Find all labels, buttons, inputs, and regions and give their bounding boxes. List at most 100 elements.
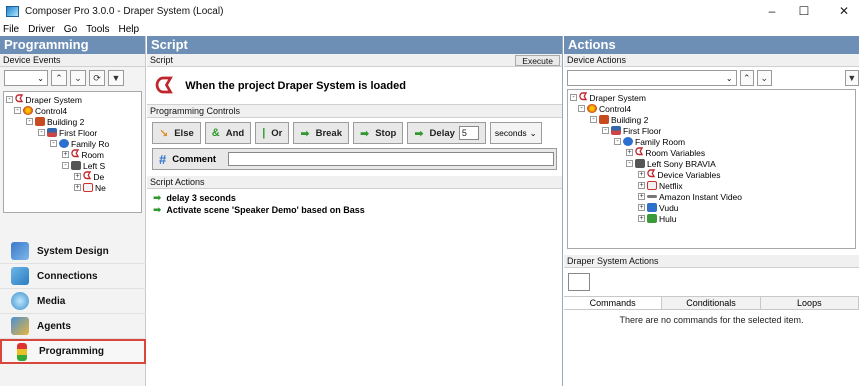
nav-system-design[interactable]: System Design — [0, 239, 146, 264]
script-header: Script — [147, 36, 562, 54]
tree-item[interactable]: - Control4 — [578, 103, 631, 114]
collapse-icon[interactable]: - — [6, 96, 13, 103]
and-button[interactable]: & And — [204, 122, 252, 144]
device-actions-tree[interactable]: - ᗧ Draper System - Control4 - Building 2 -F… — [567, 89, 856, 249]
menu-help[interactable]: Help — [119, 24, 140, 35]
tree-item[interactable]: - Family Ro — [50, 138, 109, 149]
delay-label: Delay — [429, 127, 455, 139]
break-button[interactable]: ➡ Break — [293, 122, 349, 144]
delay-value-input[interactable]: 5 — [458, 126, 479, 140]
tab-conditionals[interactable]: Conditionals — [662, 297, 761, 309]
tree-item[interactable]: + ᗧ Room — [62, 149, 104, 160]
tree-item[interactable]: - First Floor — [602, 125, 661, 136]
tree-item[interactable]: - Building 2 — [26, 116, 84, 127]
maximize-button[interactable]: ☐ — [789, 0, 819, 22]
comment-label: Comment — [172, 153, 217, 165]
or-button[interactable]: | Or — [255, 122, 290, 144]
device-actions-filter-combo[interactable]: ⌄ — [567, 70, 737, 86]
expand-down-button[interactable]: ⌄ — [70, 70, 86, 86]
else-button[interactable]: ↘ Else — [152, 122, 201, 144]
expand-icon[interactable]: + — [638, 171, 645, 178]
close-button[interactable]: ✕ — [829, 0, 859, 22]
collapse-icon[interactable]: - — [50, 140, 57, 147]
green-arrow-icon: ➡ — [153, 204, 162, 216]
script-action-item[interactable]: ➡ delay 3 seconds — [147, 192, 562, 204]
tree-item-label: Building 2 — [611, 114, 649, 125]
collapse-icon[interactable]: - — [570, 94, 577, 101]
nav-connections[interactable]: Connections — [0, 264, 146, 289]
refresh-button[interactable]: ⟳ — [89, 70, 105, 86]
collapse-icon[interactable]: - — [578, 105, 585, 112]
expand-icon[interactable]: + — [638, 204, 645, 211]
expand-up-button[interactable]: ⌃ — [51, 70, 67, 86]
expand-icon[interactable]: + — [74, 173, 81, 180]
collapse-icon[interactable]: - — [590, 116, 597, 123]
expand-icon[interactable]: + — [638, 182, 645, 189]
tree-item[interactable]: - Building 2 — [590, 114, 648, 125]
collapse-icon[interactable]: - — [14, 107, 21, 114]
expand-down-button[interactable]: ⌄ — [757, 70, 772, 86]
minimize-button[interactable]: – — [757, 0, 787, 22]
comment-input[interactable] — [228, 152, 554, 166]
room-icon — [59, 139, 69, 148]
delay-button[interactable]: ➡ Delay 5 — [407, 122, 486, 144]
tree-item[interactable]: + Netflix — [638, 180, 683, 191]
tree-item[interactable]: + Ne — [74, 182, 106, 193]
tree-item[interactable]: - Left Sony BRAVIA — [626, 158, 716, 169]
expand-icon[interactable]: + — [626, 149, 633, 156]
comment-button[interactable]: # Comment — [152, 148, 557, 170]
tree-item-label: Room Variables — [645, 147, 706, 158]
tree-item[interactable]: + Amazon Instant Video — [638, 191, 742, 202]
filter-button[interactable]: ▼ — [844, 70, 859, 86]
delay-unit-select[interactable]: seconds ⌄ — [489, 122, 542, 144]
collapse-icon[interactable]: - — [62, 162, 69, 169]
collapse-icon[interactable]: - — [26, 118, 33, 125]
tree-item[interactable]: - ᗧ Draper System — [6, 94, 82, 105]
tree-item-label: Control4 — [599, 103, 632, 114]
expand-icon[interactable]: + — [74, 184, 81, 191]
script-action-item[interactable]: ➡ Activate scene 'Speaker Demo' based on … — [147, 204, 562, 216]
device-events-filter-combo[interactable]: ⌄ — [4, 70, 48, 86]
tree-item[interactable]: - Control4 — [14, 105, 67, 116]
menu-bar: File Driver Go Tools Help — [0, 22, 859, 36]
device-icon — [635, 159, 645, 168]
expand-up-button[interactable]: ⌃ — [739, 70, 755, 86]
tree-item[interactable]: + Hulu — [638, 213, 676, 224]
collapse-icon[interactable]: - — [614, 138, 621, 145]
tab-commands[interactable]: Commands — [564, 297, 663, 309]
tree-item[interactable]: + Vudu — [638, 202, 679, 213]
collapse-icon[interactable]: - — [38, 129, 45, 136]
controller-icon — [587, 104, 597, 113]
collapse-icon[interactable]: - — [602, 127, 609, 134]
expand-icon[interactable]: + — [62, 151, 69, 158]
device-events-tree[interactable]: - ᗧ Draper System - Control4 - Building 2 -F… — [3, 91, 142, 213]
execute-button[interactable]: Execute — [515, 55, 560, 66]
script-actions-list: ➡ delay 3 seconds ➡ Activate scene 'Speake… — [147, 189, 562, 216]
tree-item[interactable]: - Family Room — [614, 136, 685, 147]
tab-loops[interactable]: Loops — [760, 297, 859, 309]
stop-button[interactable]: ➡ Stop — [353, 122, 404, 144]
menu-go[interactable]: Go — [64, 24, 77, 35]
expand-icon[interactable]: + — [638, 215, 645, 222]
menu-file[interactable]: File — [3, 24, 19, 35]
tree-item[interactable]: - ᗧ Draper System — [570, 92, 646, 103]
nav-media[interactable]: Media — [0, 289, 146, 314]
menu-driver[interactable]: Driver — [28, 24, 55, 35]
tree-item[interactable]: + ᗧ De — [74, 171, 104, 182]
menu-tools[interactable]: Tools — [86, 24, 109, 35]
stop-label: Stop — [375, 127, 397, 139]
expand-icon[interactable]: + — [638, 193, 645, 200]
event-box: ᗧ When the project Draper System is load… — [147, 67, 562, 105]
collapse-icon[interactable]: - — [626, 160, 633, 167]
delay-arrow-icon: ➡ — [414, 127, 424, 140]
tree-item[interactable]: - First Floor — [38, 127, 97, 138]
tree-item[interactable]: - Left S — [62, 160, 105, 171]
system-action-slot[interactable] — [568, 273, 590, 291]
nav-agents[interactable]: Agents — [0, 314, 146, 339]
tree-item[interactable]: + ᗧ Device Variables — [638, 169, 720, 180]
tree-item[interactable]: + ᗧ Room Variables — [626, 147, 705, 158]
script-actions-header: Script Actions — [147, 176, 562, 189]
nav-programming[interactable]: Programming — [0, 339, 146, 364]
filter-button[interactable]: ▼ — [108, 70, 124, 86]
event-description: When the project Draper System is loaded — [185, 79, 406, 92]
